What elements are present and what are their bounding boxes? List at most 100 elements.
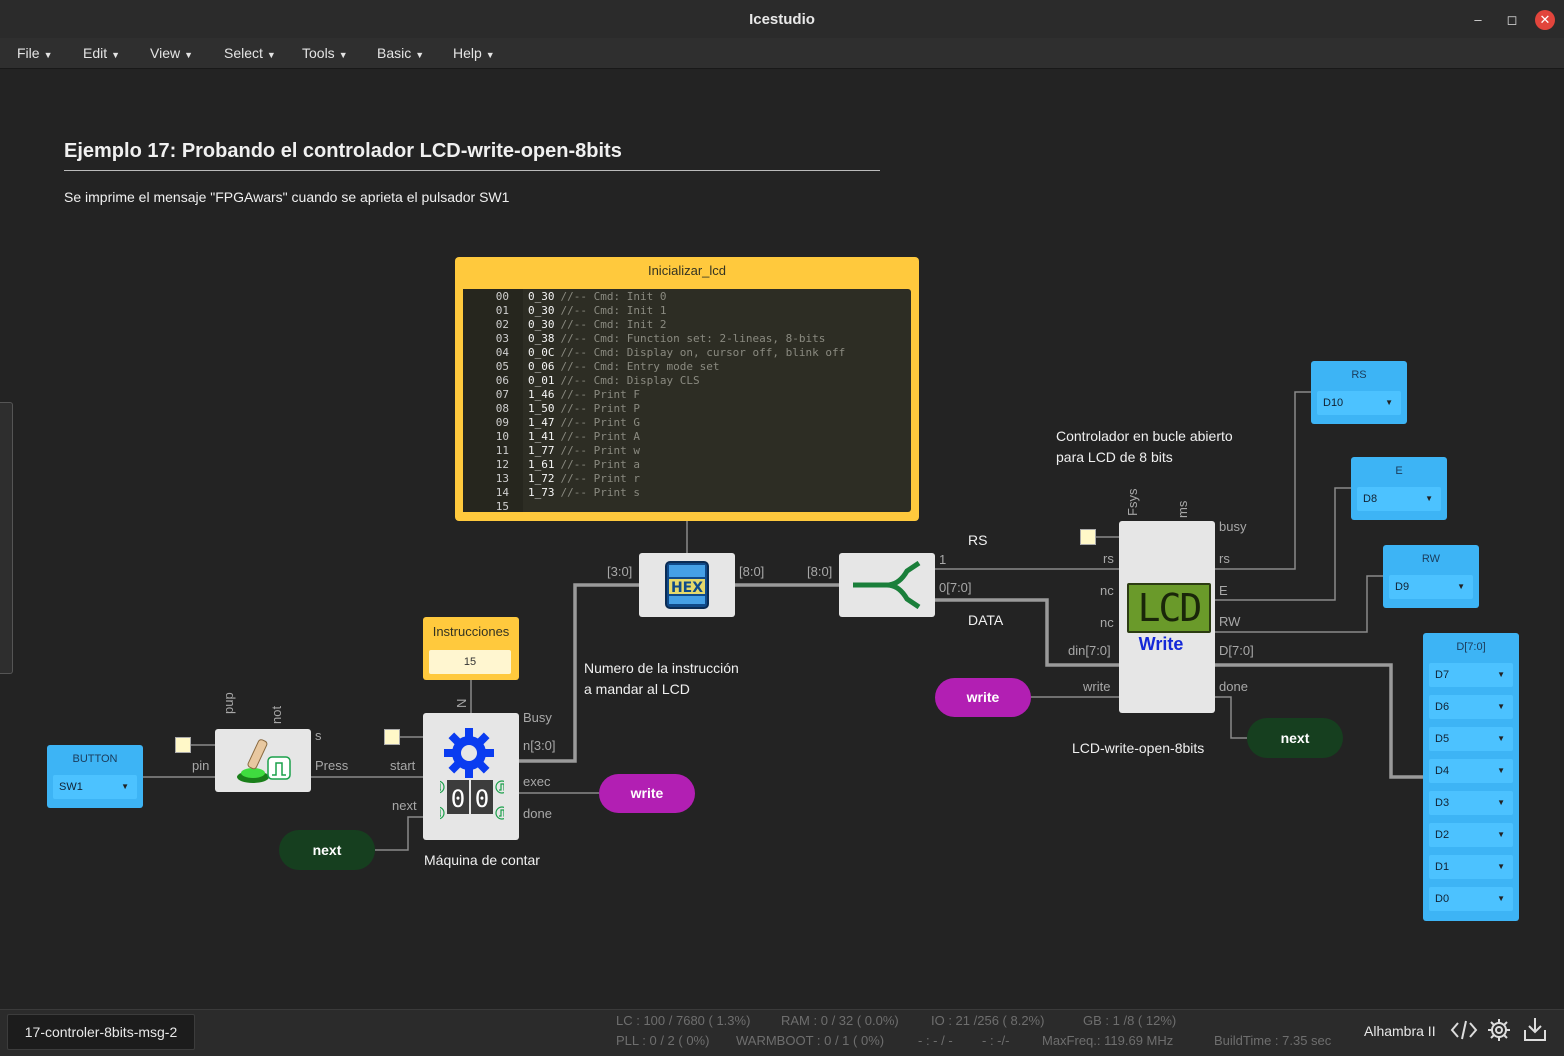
hex-chip-icon: HEX [665, 561, 709, 609]
memory-line[interactable]: 06 0_01 //-- Cmd: Display CLS [463, 374, 700, 388]
status-io: IO : 21 /256 ( 8.2%) [931, 1013, 1045, 1028]
output-data-pin-select[interactable]: D6 ▼ [1429, 695, 1513, 719]
memory-value: 0_0C [528, 346, 555, 359]
memory-line[interactable]: 12 1_61 //-- Print a [463, 458, 640, 472]
memory-line[interactable]: 00 0_30 //-- Cmd: Init 0 [463, 290, 667, 304]
memory-value: 1_73 [528, 486, 555, 499]
memory-value: 1_72 [528, 472, 555, 485]
memory-comment: //-- Cmd: Init 0 [560, 290, 667, 303]
output-e-pin-select[interactable]: D8 ▼ [1357, 487, 1441, 511]
memory-comment: //-- Print G [560, 416, 640, 429]
memory-line[interactable]: 04 0_0C //-- Cmd: Display on, cursor off, … [463, 346, 846, 360]
memory-line[interactable]: 11 1_77 //-- Print w [463, 444, 640, 458]
port-n-count: n[3:0] [523, 738, 556, 753]
chevron-down-icon: ▼ [1497, 670, 1505, 679]
pushbutton-icon [237, 739, 291, 783]
output-data-pin-select[interactable]: D0 ▼ [1429, 887, 1513, 911]
code-icon[interactable] [1450, 1019, 1478, 1041]
output-data-pin-select[interactable]: D3 ▼ [1429, 791, 1513, 815]
memory-line[interactable]: 10 1_41 //-- Print A [463, 430, 640, 444]
memory-line[interactable]: 05 0_06 //-- Cmd: Entry mode set [463, 360, 720, 374]
label-next-done[interactable]: next [1247, 718, 1343, 758]
button-pin-select[interactable]: SW1 ▼ [53, 775, 137, 799]
chevron-down-icon: ▼ [1497, 766, 1505, 775]
memory-line[interactable]: 01 0_30 //-- Cmd: Init 1 [463, 304, 667, 318]
wire-label-rs: RS [968, 532, 988, 548]
label-next-in[interactable]: next [279, 830, 375, 870]
line-number: 11 [495, 444, 509, 457]
memory-line[interactable]: 02 0_30 //-- Cmd: Init 2 [463, 318, 667, 332]
lcd-block-label: LCD-write-open-8bits [1072, 740, 1205, 756]
memory-comment: //-- Cmd: Init 1 [560, 304, 667, 317]
memory-comment: //-- Cmd: Display CLS [560, 374, 700, 387]
memory-line[interactable]: 03 0_38 //-- Cmd: Function set: 2-lineas, … [463, 332, 826, 346]
chevron-down-icon: ▼ [1497, 862, 1505, 871]
constant-value[interactable]: 15 [429, 650, 511, 674]
clock-input-square[interactable] [175, 737, 191, 753]
wires [143, 391, 1423, 851]
port-press: Press [315, 758, 349, 773]
output-data-pin-select[interactable]: D7 ▼ [1429, 663, 1513, 687]
board-selector[interactable]: Alhambra II [1364, 1023, 1436, 1039]
memory-line[interactable]: 13 1_72 //-- Print r [463, 472, 640, 486]
memory-value: 1_61 [528, 458, 555, 471]
chevron-down-icon: ▼ [1497, 798, 1505, 807]
memory-line[interactable]: 14 1_73 //-- Print s [463, 486, 640, 500]
memory-value: 1_46 [528, 388, 555, 401]
port-pin: pin [192, 758, 210, 773]
output-data-block[interactable]: D[7:0] D7 ▼ D6 ▼ D5 ▼ D4 ▼ D3 ▼ D2 ▼ D1 ▼ D0 ▼ [1423, 633, 1519, 921]
project-tab[interactable]: 17-controler-8bits-msg-2 [7, 1014, 195, 1050]
memory-value: 0_06 [528, 360, 555, 373]
memory-block-title: Inicializar_lcd [647, 263, 727, 278]
download-icon[interactable] [1522, 1015, 1548, 1043]
status-lc: LC : 100 / 7680 ( 1.3%) [616, 1013, 751, 1028]
label-write-exec[interactable]: write [599, 774, 695, 813]
wire-label-data: DATA [968, 612, 1004, 628]
memory-comment: //-- Print F [560, 388, 640, 401]
memory-line[interactable]: 08 1_50 //-- Print P [463, 402, 640, 416]
output-rw-pin-select[interactable]: D9 ▼ [1389, 575, 1473, 599]
line-number: 12 [495, 458, 509, 471]
status-placeholder: - : - / - [918, 1033, 953, 1048]
memory-value: 0_30 [528, 318, 555, 331]
memory-line[interactable]: 07 1_46 //-- Print F [463, 388, 640, 402]
note-counter-line: Numero de la instrucción [584, 660, 739, 676]
gear-icon[interactable] [1486, 1017, 1512, 1043]
port-hex-out: [8:0] [739, 564, 765, 579]
port-split-bus: 0[7:0] [939, 580, 972, 595]
output-data-pin-select[interactable]: D4 ▼ [1429, 759, 1513, 783]
port-next: next [392, 798, 417, 813]
chevron-down-icon: ▼ [1425, 494, 1433, 503]
memory-value: 0_38 [528, 332, 555, 345]
memory-comment: //-- Print r [560, 472, 640, 485]
port-fsys: Fsys [1125, 488, 1140, 516]
port-lcd-write: write [1083, 679, 1111, 694]
memory-line[interactable]: 15 [463, 500, 534, 514]
clock-input-square[interactable] [384, 729, 400, 745]
port-split-in: [8:0] [807, 564, 833, 579]
port-lcd-rs-out: rs [1219, 551, 1230, 566]
line-number: 14 [495, 486, 509, 499]
line-number: 02 [495, 318, 509, 331]
label-write-in[interactable]: write [935, 678, 1031, 717]
output-data-pin-select[interactable]: D1 ▼ [1429, 855, 1513, 879]
constant-title: Instrucciones [432, 624, 510, 639]
output-data-pin-select[interactable]: D2 ▼ [1429, 823, 1513, 847]
hex-chip-text: HEX [671, 580, 703, 596]
status-buildtime: BuildTime : 7.35 sec [1214, 1033, 1332, 1048]
output-data-pin-select[interactable]: D5 ▼ [1429, 727, 1513, 751]
memory-line[interactable]: 09 1_47 //-- Print G [463, 416, 640, 430]
clock-input-square[interactable] [1080, 529, 1096, 545]
port-hex-in: [3:0] [607, 564, 633, 579]
button-input-block[interactable]: BUTTON SW1 ▼ [47, 745, 143, 808]
port-ms: ms [1175, 500, 1190, 518]
chevron-down-icon: ▼ [1385, 398, 1393, 407]
output-rw-block[interactable]: RW D9 ▼ [1383, 545, 1479, 608]
memory-comment: //-- Cmd: Init 2 [560, 318, 667, 331]
output-e-block[interactable]: E D8 ▼ [1351, 457, 1447, 520]
output-rs-pin-select[interactable]: D10 ▼ [1317, 391, 1401, 415]
memory-comment: //-- Cmd: Display on, cursor off, blink … [560, 346, 846, 359]
output-rs-block[interactable]: RS D10 ▼ [1311, 361, 1407, 424]
line-number: 06 [495, 374, 509, 387]
memory-lines: 00 0_30 //-- Cmd: Init 0 01 0_30 //-- Cmd: In… [463, 290, 911, 514]
